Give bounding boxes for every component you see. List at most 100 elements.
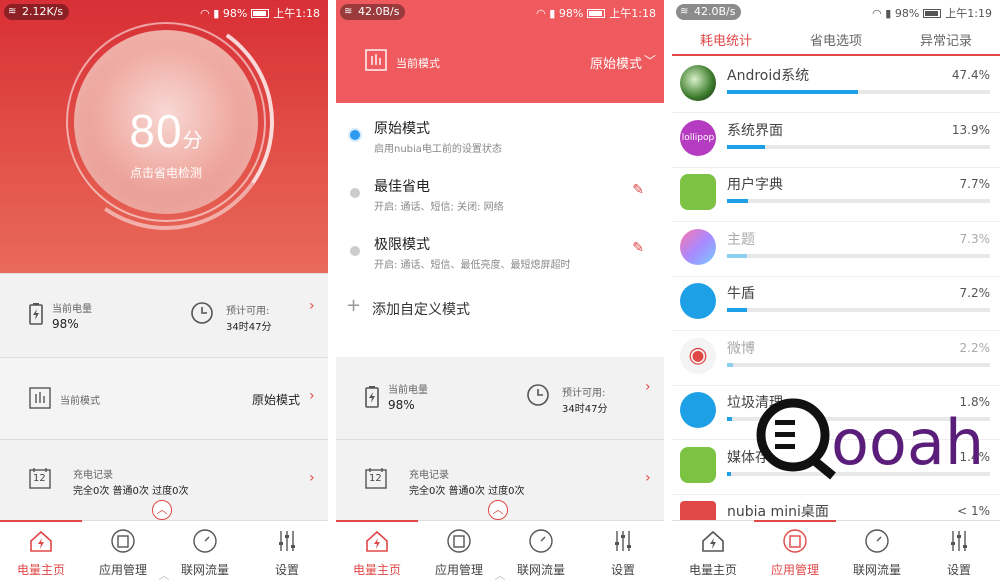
status-right: ◠ ▮ 98% 上午1:18 bbox=[200, 5, 320, 21]
mode-desc: 开启: 通话、短信; 关闭: 网络 bbox=[374, 202, 504, 213]
score-unit: 分 bbox=[182, 128, 203, 152]
radio-selected[interactable] bbox=[350, 130, 360, 140]
battery-label: 当前电量 bbox=[52, 304, 92, 315]
charge-label: 充电记录 bbox=[409, 470, 449, 481]
usage-bar-track bbox=[727, 199, 990, 203]
app-usage-row[interactable]: lollipop 系统界面 13.9% bbox=[672, 113, 1000, 168]
wifi-signal-icon: ◠ bbox=[200, 7, 210, 20]
tab-app-manage[interactable]: 应用管理 bbox=[754, 520, 836, 582]
signal-icon: ▮ bbox=[549, 7, 556, 20]
tab-saving-options[interactable]: 省电选项 bbox=[782, 30, 890, 49]
app-name: 系统界面 bbox=[727, 122, 783, 139]
mode-value: 原始模式 bbox=[251, 393, 300, 407]
edit-pencil-icon[interactable]: ✎ bbox=[632, 240, 644, 256]
usage-bar-track bbox=[727, 362, 990, 367]
chevron-right-icon: › bbox=[309, 388, 315, 404]
up-handle-icon[interactable]: ︿ bbox=[150, 570, 178, 582]
qooah-watermark-logo: ooah bbox=[756, 398, 984, 480]
score-hero[interactable]: 80分 点击省电检测 bbox=[0, 0, 328, 273]
clock-icon bbox=[527, 384, 549, 406]
app-usage-row[interactable]: Android系统 47.4% bbox=[672, 58, 1000, 113]
app-name: 主题 bbox=[727, 231, 755, 248]
mode-card[interactable]: 当前模式 原始模式 › bbox=[0, 357, 328, 439]
check-hint[interactable]: 点击省电检测 bbox=[74, 164, 258, 181]
tab-power-home[interactable]: 电量主页 bbox=[672, 521, 754, 582]
app-usage-row[interactable]: ◉ 微博 2.2% bbox=[672, 331, 1000, 386]
gauge-icon bbox=[193, 529, 217, 553]
sliders-icon bbox=[615, 531, 631, 551]
edit-pencil-icon[interactable]: ✎ bbox=[632, 182, 644, 198]
mode-label: 当前模式 bbox=[60, 396, 100, 407]
home-bolt-icon bbox=[702, 530, 724, 552]
usage-bar-track bbox=[727, 144, 990, 149]
remain-label: 预计可用: bbox=[562, 388, 606, 399]
expand-up-icon[interactable]: ︿ bbox=[488, 500, 508, 520]
app-name: 微博 bbox=[727, 340, 755, 357]
mode-title: 极限模式 bbox=[374, 237, 430, 253]
status-bar: ≋ 42.0B/s ◠ ▮ 98% 上午1:18 bbox=[336, 0, 664, 22]
mode-desc: 启用nubia电工前的设置状态 bbox=[374, 144, 502, 155]
remain-label: 预计可用: bbox=[226, 306, 270, 317]
up-handle-icon[interactable]: ︿ bbox=[486, 570, 514, 582]
tab-settings[interactable]: 设置 bbox=[918, 521, 1000, 582]
remain-value: 34时47分 bbox=[562, 404, 608, 415]
battery-percent: 98% bbox=[558, 7, 584, 20]
usage-bar-fill bbox=[727, 362, 734, 367]
tab-power-home[interactable]: 电量主页 bbox=[0, 520, 82, 582]
app-manage-icon bbox=[111, 529, 135, 553]
tab-exception-log[interactable]: 异常记录 bbox=[892, 30, 1000, 49]
charge-label: 充电记录 bbox=[73, 470, 113, 481]
bottom-tabbar: 电量主页 应用管理 联网流量 设置 ︿ bbox=[336, 520, 664, 582]
tab-data-usage[interactable]: 联网流量 bbox=[836, 521, 918, 582]
sliders-icon bbox=[951, 531, 967, 551]
usage-bar-track bbox=[727, 90, 990, 94]
tab-settings[interactable]: 设置 bbox=[582, 521, 664, 582]
chevron-down-icon: ﹀ bbox=[643, 54, 656, 68]
usage-bar-fill bbox=[727, 417, 732, 421]
charge-record-card[interactable]: 12 充电记录 完全0次 普通0次 过度0次 › ︿ bbox=[336, 439, 664, 521]
app-usage-row[interactable]: 用户字典 7.7% bbox=[672, 167, 1000, 222]
radio-unselected[interactable] bbox=[350, 188, 360, 198]
bull-shield-icon bbox=[680, 283, 716, 319]
battery-charge-icon bbox=[29, 303, 43, 325]
app-usage-row[interactable]: 主题 7.3% bbox=[672, 222, 1000, 277]
tab-power-home[interactable]: 电量主页 bbox=[336, 520, 418, 582]
app-percent: 13.9% bbox=[951, 122, 990, 137]
add-mode-label: 添加自定义模式 bbox=[372, 302, 470, 318]
mode-option-best-saving[interactable]: 最佳省电 开启: 通话、短信; 关闭: 网络 ✎ bbox=[336, 172, 664, 230]
app-name: 牛盾 bbox=[727, 286, 755, 302]
watermark-text: ooah bbox=[831, 406, 984, 479]
battery-card[interactable]: 当前电量 98% 预计可用: 34时47分 › bbox=[336, 357, 664, 439]
tab-power-stats[interactable]: 耗电统计 bbox=[672, 30, 780, 49]
app-percent: 2.2% bbox=[959, 340, 991, 355]
stats-tabs: 耗电统计 省电选项 异常记录 bbox=[672, 22, 1000, 56]
radio-unselected[interactable] bbox=[350, 246, 360, 256]
mode-option-original[interactable]: 原始模式 启用nubia电工前的设置状态 bbox=[336, 114, 664, 172]
status-bar: ≋ 42.0B/s ◠ ▮ 98% 上午1:19 bbox=[672, 0, 1000, 22]
net-speed-text: 2.12K/s bbox=[22, 5, 64, 18]
charge-record-card[interactable]: 12 充电记录 完全0次 普通0次 过度0次 › ︿ bbox=[0, 439, 328, 521]
wifi-icon: ≋ bbox=[680, 6, 689, 17]
mode-desc: 开启: 通话、短信、最低亮度、最短熄屏超时 bbox=[374, 260, 571, 271]
mode-title: 原始模式 bbox=[374, 121, 430, 137]
chevron-right-icon: › bbox=[645, 470, 651, 486]
net-speed: ≋ 42.0B/s bbox=[340, 4, 406, 20]
app-manage-icon bbox=[783, 529, 807, 553]
mode-title: 最佳省电 bbox=[374, 179, 430, 195]
mode-option-extreme[interactable]: 极限模式 开启: 通话、短信、最低亮度、最短熄屏超时 ✎ bbox=[336, 230, 664, 288]
tab-label: 设置 bbox=[610, 563, 635, 577]
usage-bar-fill bbox=[727, 471, 731, 476]
add-custom-mode[interactable]: + 添加自定义模式 bbox=[336, 293, 664, 325]
wifi-signal-icon: ◠ bbox=[536, 7, 546, 20]
app-name: 用户字典 bbox=[727, 177, 783, 193]
expand-up-icon[interactable]: ︿ bbox=[152, 500, 172, 520]
app-usage-row[interactable]: 牛盾 7.2% bbox=[672, 276, 1000, 331]
chevron-right-icon: › bbox=[309, 470, 315, 486]
tab-settings[interactable]: 设置 bbox=[246, 521, 328, 582]
sliders-icon bbox=[279, 531, 295, 551]
signal-icon: ▮ bbox=[885, 7, 892, 20]
battery-card[interactable]: 当前电量 98% 预计可用: 34时47分 › bbox=[0, 273, 328, 357]
battery-icon bbox=[923, 9, 942, 18]
mode-bars-icon bbox=[29, 387, 51, 409]
battery-icon bbox=[587, 9, 606, 18]
